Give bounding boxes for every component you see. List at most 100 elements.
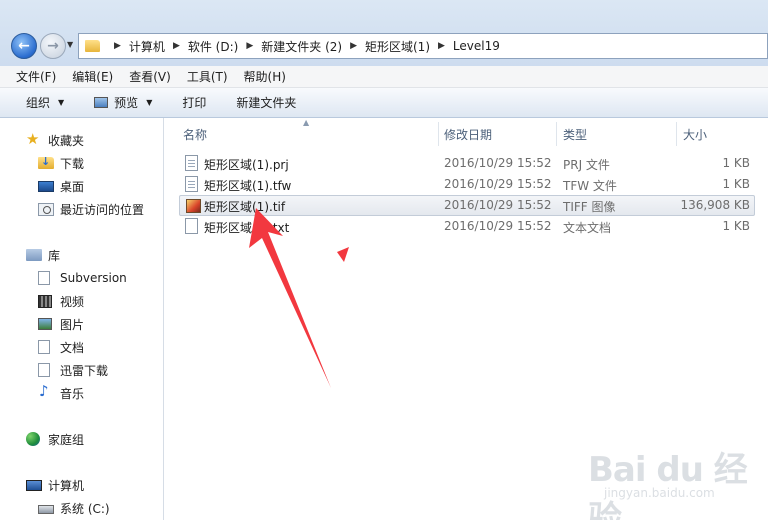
menu-tools[interactable]: 工具(T) xyxy=(187,68,228,85)
document-icon xyxy=(38,363,50,377)
address-path-box[interactable]: ▶ 计算机 ▶ 软件 (D:) ▶ 新建文件夹 (2) ▶ 矩形区域(1) ▶ … xyxy=(78,33,768,59)
arrow-right-icon: → xyxy=(47,38,59,54)
back-button[interactable]: ← xyxy=(11,33,37,59)
preview-button[interactable]: 预览 ▼ xyxy=(94,94,152,111)
file-size: 1 KB xyxy=(722,156,750,170)
column-header-size[interactable]: 大小 xyxy=(683,122,707,146)
menu-bar: 文件(F) 编辑(E) 查看(V) 工具(T) 帮助(H) xyxy=(0,66,768,88)
nav-homegroup[interactable]: 家庭组 xyxy=(26,429,84,449)
menu-view[interactable]: 查看(V) xyxy=(129,68,171,85)
column-divider[interactable] xyxy=(438,122,439,146)
file-row[interactable]: 矩形区域(1).tfw 2016/10/29 15:52 TFW 文件 1 KB xyxy=(179,174,755,195)
file-type: 文本文档 xyxy=(563,221,612,235)
column-divider[interactable] xyxy=(556,122,557,146)
nav-system-c[interactable]: 系统 (C:) xyxy=(38,498,110,518)
nav-label: 音乐 xyxy=(60,386,85,401)
chevron-right-icon[interactable]: ▶ xyxy=(114,41,121,51)
picture-icon xyxy=(38,318,52,330)
nav-label: 文档 xyxy=(60,340,85,355)
nav-downloads[interactable]: 下载 xyxy=(38,153,84,173)
watermark-site: jingyan.baidu.com xyxy=(604,486,715,500)
column-header-type[interactable]: 类型 xyxy=(563,122,587,146)
command-bar: 组织 ▼ 预览 ▼ 打印 新建文件夹 xyxy=(0,88,768,118)
file-type: TFW 文件 xyxy=(563,179,617,193)
breadcrumb-rect-area[interactable]: 矩形区域(1) xyxy=(365,38,430,55)
chevron-right-icon[interactable]: ▶ xyxy=(438,41,445,51)
file-size: 1 KB xyxy=(722,219,750,233)
file-name: 矩形区域(1).prj xyxy=(204,158,289,172)
file-row[interactable]: 矩形区域(1).prj 2016/10/29 15:52 PRJ 文件 1 KB xyxy=(179,153,755,174)
homegroup-icon xyxy=(26,432,40,446)
organize-button[interactable]: 组织 ▼ xyxy=(26,94,64,111)
nav-label: 桌面 xyxy=(60,179,85,194)
file-name: 矩形区域(1).tif xyxy=(204,200,286,214)
nav-desktop[interactable]: 桌面 xyxy=(38,176,84,196)
menu-edit[interactable]: 编辑(E) xyxy=(72,68,113,85)
desktop-icon xyxy=(38,180,54,192)
document-icon xyxy=(185,176,198,192)
preview-label: 预览 xyxy=(114,96,139,110)
film-icon xyxy=(38,294,52,308)
nav-label: 下载 xyxy=(60,156,85,171)
nav-music[interactable]: 音乐 xyxy=(38,382,85,403)
document-icon xyxy=(38,271,50,285)
nav-label: 库 xyxy=(48,248,61,263)
breadcrumb-new-folder-2[interactable]: 新建文件夹 (2) xyxy=(261,38,342,55)
breadcrumb-level19[interactable]: Level19 xyxy=(453,39,500,53)
breadcrumb-computer[interactable]: 计算机 xyxy=(129,38,165,55)
folder-icon xyxy=(85,40,100,52)
nav-label: 家庭组 xyxy=(48,432,85,447)
file-row-selected[interactable]: 矩形区域(1).tif 2016/10/29 15:52 TIFF 图像 136… xyxy=(179,195,755,216)
menu-file[interactable]: 文件(F) xyxy=(16,68,56,85)
nav-pictures[interactable]: 图片 xyxy=(38,314,84,334)
music-note-icon xyxy=(38,382,54,400)
nav-favorites[interactable]: 收藏夹 xyxy=(26,130,84,150)
print-button[interactable]: 打印 xyxy=(182,94,206,111)
nav-label: Subversion xyxy=(60,271,127,285)
computer-icon xyxy=(26,479,42,491)
breadcrumb-drive-d[interactable]: 软件 (D:) xyxy=(188,38,238,55)
menu-help[interactable]: 帮助(H) xyxy=(244,68,286,85)
file-size: 136,908 KB xyxy=(680,198,750,212)
star-icon xyxy=(26,130,42,148)
nav-label: 图片 xyxy=(60,317,85,332)
nav-videos[interactable]: 视频 xyxy=(38,291,84,311)
drive-icon xyxy=(38,505,54,514)
organize-label: 组织 xyxy=(26,96,51,110)
nav-label: 迅雷下载 xyxy=(60,363,109,378)
nav-label: 视频 xyxy=(60,294,85,309)
chevron-right-icon[interactable]: ▶ xyxy=(246,41,253,51)
document-icon xyxy=(185,155,198,171)
nav-recent-places[interactable]: 最近访问的位置 xyxy=(38,199,144,219)
sort-ascending-icon: ▲ xyxy=(303,118,310,127)
navigation-pane: 收藏夹 下载 桌面 最近访问的位置 库 Subversion 视频 图片 文档 … xyxy=(0,118,164,520)
chevron-right-icon[interactable]: ▶ xyxy=(173,41,180,51)
image-icon xyxy=(186,199,201,213)
file-modified: 2016/10/29 15:52 xyxy=(444,177,552,191)
baidu-jingyan-watermark: Bai du 经验 jingyan.baidu.com xyxy=(588,438,758,520)
preview-icon xyxy=(94,97,109,108)
column-header-modified[interactable]: 修改日期 xyxy=(444,122,492,146)
column-divider[interactable] xyxy=(676,122,677,146)
file-modified: 2016/10/29 15:52 xyxy=(444,198,552,212)
file-name: 矩形区域(1).tfw xyxy=(204,179,292,193)
nav-thunder-downloads[interactable]: 迅雷下载 xyxy=(38,360,108,380)
column-header-name[interactable]: 名称 xyxy=(183,122,207,146)
nav-label: 收藏夹 xyxy=(48,133,85,148)
file-type: PRJ 文件 xyxy=(563,158,610,172)
nav-libraries[interactable]: 库 xyxy=(26,245,60,265)
nav-computer[interactable]: 计算机 xyxy=(26,475,84,495)
new-folder-button[interactable]: 新建文件夹 xyxy=(236,94,296,111)
watermark-brand: Bai du 经验 xyxy=(588,450,748,520)
chevron-right-icon[interactable]: ▶ xyxy=(350,41,357,51)
arrow-left-icon: ← xyxy=(18,38,30,54)
file-type: TIFF 图像 xyxy=(563,200,616,214)
nav-subversion[interactable]: Subversion xyxy=(38,268,127,288)
forward-button[interactable]: → xyxy=(40,33,66,59)
nav-documents[interactable]: 文档 xyxy=(38,337,84,357)
nav-label: 计算机 xyxy=(48,478,85,493)
chevron-down-icon: ▼ xyxy=(58,98,65,107)
file-row[interactable]: 矩形区域(1).txt 2016/10/29 15:52 文本文档 1 KB xyxy=(179,216,755,237)
file-size: 1 KB xyxy=(722,177,750,191)
recent-pages-dropdown-icon[interactable]: ▼ xyxy=(67,40,73,49)
